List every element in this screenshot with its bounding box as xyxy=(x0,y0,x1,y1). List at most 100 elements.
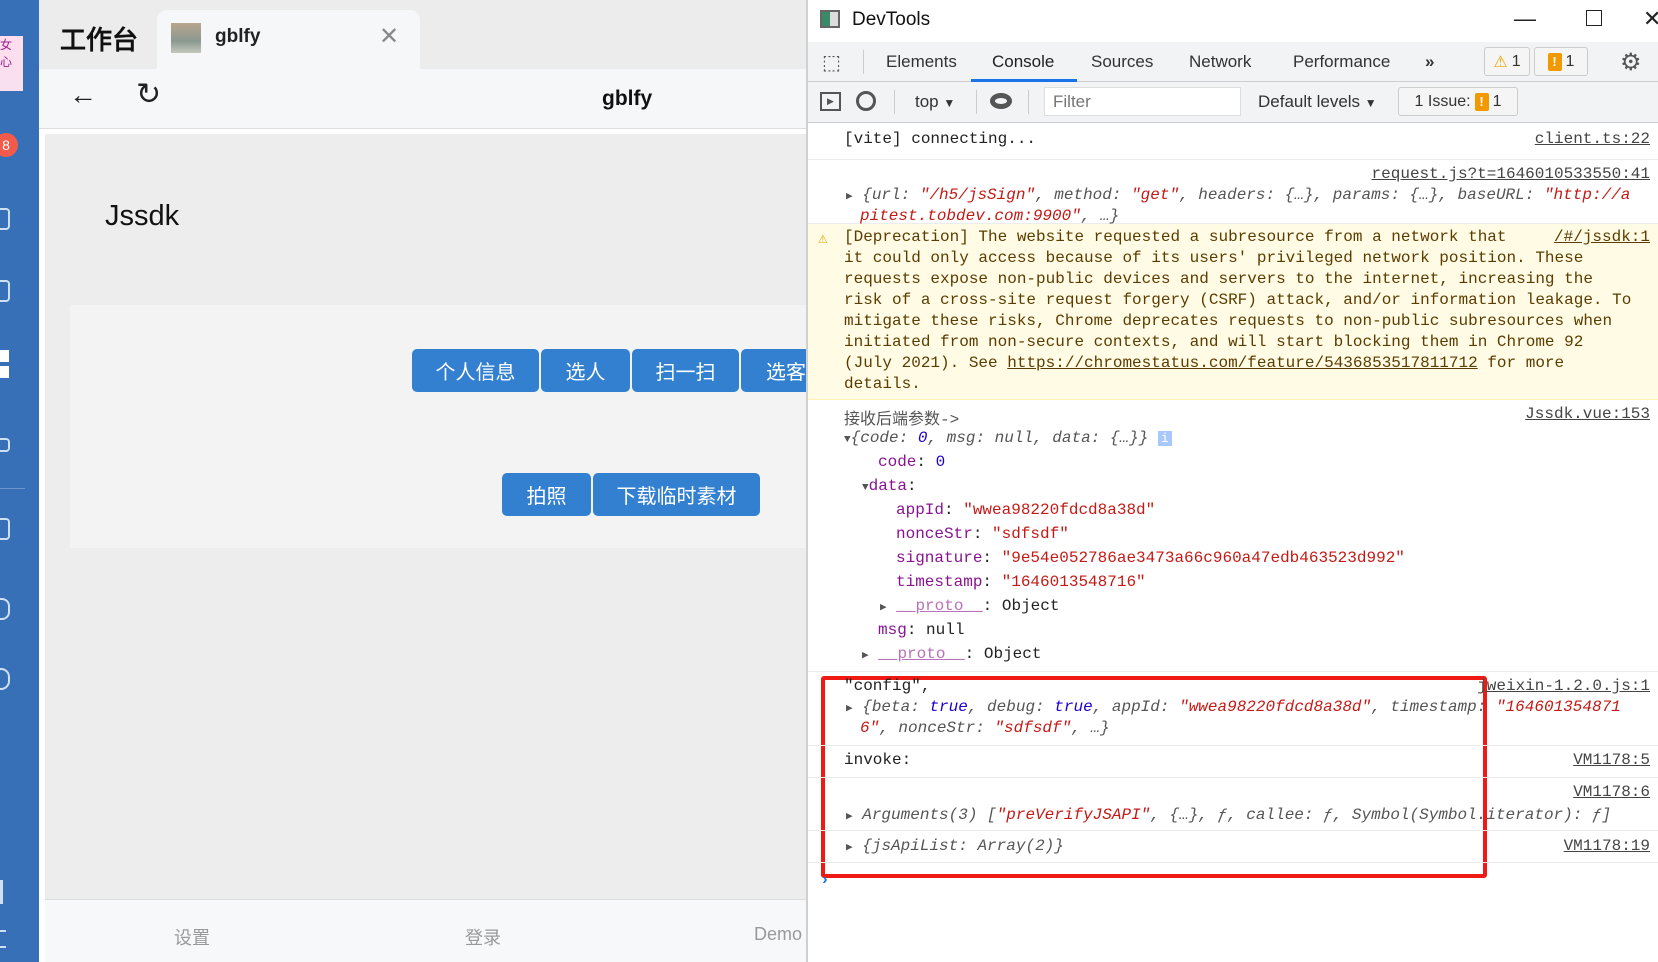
eye-icon[interactable] xyxy=(990,93,1012,109)
download-media-button[interactable]: 下载临时素材 xyxy=(593,473,760,516)
source-link[interactable]: jweixin-1.2.0.js:1 xyxy=(1477,677,1650,695)
tab-console[interactable]: Console xyxy=(992,52,1054,72)
warning-line: it could only access because of its user… xyxy=(844,249,1584,267)
source-link[interactable]: VM1178:19 xyxy=(1564,837,1650,855)
expand-triangle-icon[interactable]: ▶ xyxy=(846,842,853,854)
source-link[interactable]: client.ts:22 xyxy=(1535,130,1650,148)
console-message[interactable]: request.js?t=1646010533550:41 ▶ {url: "/… xyxy=(808,160,1658,225)
expand-triangle-icon[interactable]: ▶ xyxy=(862,650,869,662)
sidebar-cube-icon[interactable] xyxy=(0,598,10,620)
issue-icon: ! xyxy=(1547,52,1562,71)
expand-triangle-icon[interactable]: ▼ xyxy=(862,482,869,494)
console-message[interactable]: "config", jweixin-1.2.0.js:1 ▶ {beta: tr… xyxy=(808,672,1658,746)
sidebar-doc-icon[interactable] xyxy=(0,208,10,230)
reload-icon[interactable]: ↻ xyxy=(136,77,161,112)
console-prompt-icon[interactable]: › xyxy=(820,871,830,889)
sidebar-cloud-icon[interactable] xyxy=(0,668,10,690)
personal-info-button[interactable]: 个人信息 xyxy=(412,349,539,392)
devtools-tabs: ⬚ Elements Console Sources Network Perfo… xyxy=(808,42,1658,82)
tab-sources[interactable]: Sources xyxy=(1091,52,1153,72)
tab-gblfy[interactable]: gblfy ✕ xyxy=(157,10,420,69)
sidebar-calendar-icon[interactable] xyxy=(0,280,10,302)
warning-line: risk of a cross-site request forgery (CS… xyxy=(844,291,1632,309)
info-icon[interactable]: i xyxy=(1157,431,1172,446)
console-message: [vite] connecting... client.ts:22 xyxy=(808,123,1658,160)
errors-counter[interactable]: ! 1 xyxy=(1534,47,1588,76)
left-app-sidebar: 女心 8 xyxy=(0,0,39,962)
sidebar-menu-icon[interactable] xyxy=(0,930,6,948)
footer-settings[interactable]: 设置 xyxy=(174,924,210,950)
console-message[interactable]: ▶ {jsApiList: Array(2)} VM1178:19 xyxy=(808,831,1658,863)
button-panel: 个人信息 选人 扫一扫 选客 拍照 下载临时素材 xyxy=(70,305,821,548)
tab-bar: 工作台 gblfy ✕ xyxy=(39,0,807,69)
footer-demo[interactable]: Demo xyxy=(754,924,802,945)
select-person-button[interactable]: 选人 xyxy=(541,349,630,392)
console-group-message: 接收后端参数-> Jssdk.vue:153 ▼{code: 0, msg: n… xyxy=(808,400,1658,878)
source-link[interactable]: Jssdk.vue:153 xyxy=(1525,405,1650,423)
tab-avatar xyxy=(171,23,201,53)
maximize-icon[interactable] xyxy=(1586,10,1602,26)
source-link[interactable]: VM1178:6 xyxy=(1573,783,1650,801)
expand-triangle-icon[interactable]: ▶ xyxy=(846,703,853,715)
sidebar-file-icon[interactable] xyxy=(0,518,10,540)
object-summary[interactable]: ▼{code: 0, msg: null, data: {…}} i xyxy=(844,429,1172,447)
warnings-count: 1 xyxy=(1511,52,1521,70)
clear-console-icon[interactable] xyxy=(856,91,876,111)
expand-triangle-icon[interactable]: ▶ xyxy=(880,602,887,614)
page-content: Jssdk 个人信息 选人 扫一扫 选客 拍照 下载临时素材 xyxy=(45,134,821,899)
console-toolbar: ▶ top ▼ Default levels ▼ 1 Issue:!1 xyxy=(808,82,1658,123)
expand-triangle-icon[interactable]: ▶ xyxy=(846,191,853,203)
warning-line: initiated from non-secure contexts, and … xyxy=(844,333,1584,351)
issue-icon: ! xyxy=(1474,92,1489,111)
divider xyxy=(863,50,864,74)
footer-login[interactable]: 登录 xyxy=(465,924,501,950)
more-tabs-icon[interactable]: » xyxy=(1425,52,1434,72)
expand-triangle-icon[interactable]: ▶ xyxy=(846,811,853,823)
tab-network[interactable]: Network xyxy=(1189,52,1251,72)
devtools-app-icon xyxy=(820,10,840,28)
sidebar-toggle-icon[interactable]: ▶ xyxy=(820,92,841,111)
devtools-window: DevTools — ✕ ⬚ Elements Console Sources … xyxy=(808,0,1658,962)
warning-icon: ⚠ xyxy=(1493,53,1508,71)
source-link[interactable]: request.js?t=1646010533550:41 xyxy=(1372,165,1650,183)
close-window-icon[interactable]: ✕ xyxy=(1643,6,1658,32)
nav-bar: ← ↻ gblfy xyxy=(39,69,807,129)
devtools-titlebar: DevTools — ✕ xyxy=(808,0,1658,42)
issues-button[interactable]: 1 Issue:! 1 xyxy=(1398,87,1518,116)
sidebar-settings-icon[interactable] xyxy=(0,880,3,904)
console-message[interactable]: VM1178:6 ▶ Arguments(3) ["preVerifyJSAPI… xyxy=(808,778,1658,831)
take-photo-button[interactable]: 拍照 xyxy=(502,473,591,516)
message-text: [vite] connecting... xyxy=(844,130,1037,148)
chromestatus-link[interactable]: https://chromestatus.com/feature/5436853… xyxy=(1007,354,1477,372)
app-title: 工作台 xyxy=(60,25,139,55)
warnings-counter[interactable]: ⚠ 1 xyxy=(1484,47,1530,76)
source-link[interactable]: /#/jssdk:1 xyxy=(1554,228,1650,246)
deprecation-warning: ⚠ /#/jssdk:1 [Deprecation] The website r… xyxy=(808,224,1658,400)
source-link[interactable]: VM1178:5 xyxy=(1573,751,1650,769)
sidebar-lock-icon[interactable] xyxy=(0,438,10,452)
tab-performance[interactable]: Performance xyxy=(1293,52,1390,72)
unread-badge: 8 xyxy=(0,133,18,157)
page-title: gblfy xyxy=(602,87,653,110)
close-icon[interactable]: ✕ xyxy=(379,22,399,51)
minimize-icon[interactable]: — xyxy=(1514,6,1536,32)
message-label: 接收后端参数-> xyxy=(844,411,960,429)
log-levels-select[interactable]: Default levels ▼ xyxy=(1258,92,1377,112)
context-value: top xyxy=(915,92,939,111)
warning-line: requests expose non-public devices and s… xyxy=(844,270,1593,288)
gear-icon[interactable]: ⚙ xyxy=(1620,48,1642,77)
back-arrow-icon[interactable]: ← xyxy=(69,79,97,111)
sidebar-workbench-icon[interactable] xyxy=(0,350,9,378)
errors-count: 1 xyxy=(1565,52,1575,70)
divider xyxy=(894,90,895,114)
inspect-element-icon[interactable]: ⬚ xyxy=(822,50,841,75)
console-message: invoke: VM1178:5 xyxy=(808,746,1658,778)
tab-elements[interactable]: Elements xyxy=(886,52,957,72)
levels-value: Default levels xyxy=(1258,92,1361,111)
app-logo[interactable]: 女心 xyxy=(0,36,23,91)
filter-input[interactable] xyxy=(1044,87,1241,116)
warning-line: mitigate these risks, Chrome deprecates … xyxy=(844,312,1613,330)
scan-button[interactable]: 扫一扫 xyxy=(632,349,739,392)
issues-count: 1 xyxy=(1492,92,1502,110)
context-select[interactable]: top ▼ xyxy=(915,92,955,112)
